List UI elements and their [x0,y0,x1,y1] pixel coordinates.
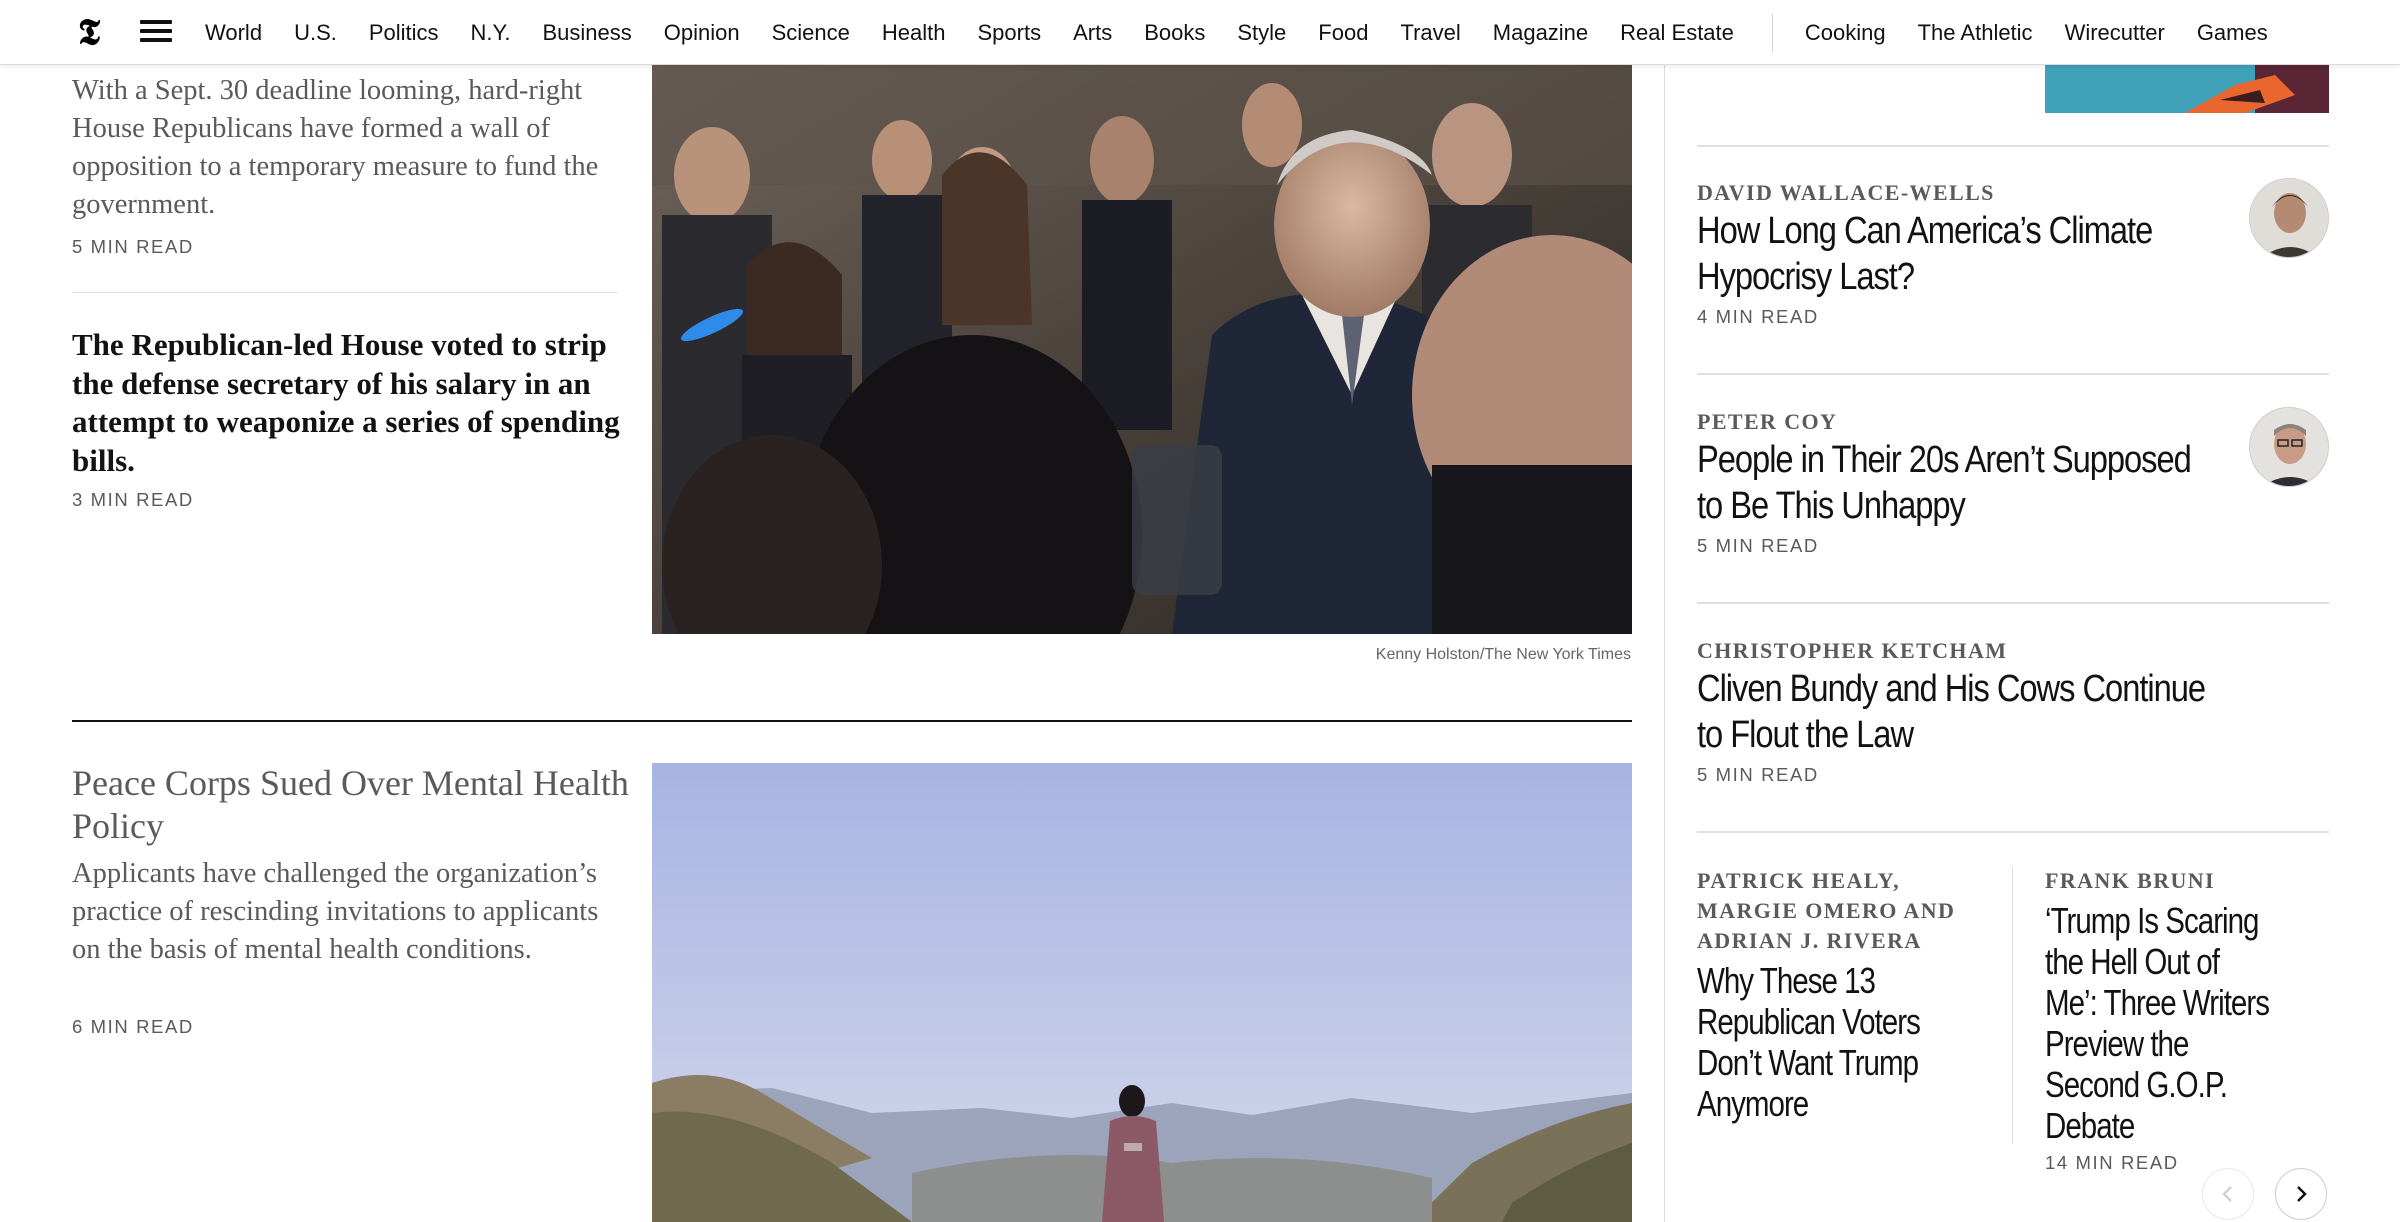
byline: FRANK BRUNI [2045,868,2216,893]
nav-item-opinion[interactable]: Opinion [648,20,756,46]
mountain-landscape-image [652,763,1632,1222]
opinion-item[interactable]: DAVID WALLACE-WELLS How Long Can America… [1697,178,2329,328]
nav-item-the-athletic[interactable]: The Athletic [1902,20,2049,46]
story-headline[interactable]: Peace Corps Sued Over Mental Health Poli… [72,762,632,848]
nav-item-us[interactable]: U.S. [278,20,353,46]
opinion-item[interactable]: CHRISTOPHER KETCHAM Cliven Bundy and His… [1697,636,2329,786]
divider [72,292,618,293]
nav-item-food[interactable]: Food [1302,20,1384,46]
column-divider [2012,866,2013,1144]
opinion-headline[interactable]: Cliven Bundy and His Cows Continue to Fl… [1697,666,2213,758]
nav-item-ny[interactable]: N.Y. [455,20,527,46]
nav-item-real-estate[interactable]: Real Estate [1604,20,1750,46]
opinion-item[interactable]: FRANK BRUNI ‘Trump Is Scaring the Hell O… [2045,866,2329,1174]
divider [1697,145,2329,147]
nav-item-wirecutter[interactable]: Wirecutter [2049,20,2181,46]
read-time: 5 MIN READ [72,236,194,257]
byline: DAVID WALLACE-WELLS [1697,180,1995,205]
byline: CHRISTOPHER KETCHAM [1697,638,2008,663]
opinion-headline[interactable]: People in Their 20s Aren’t Supposed to B… [1697,437,2213,529]
story-photo[interactable] [652,65,1632,634]
hamburger-menu-icon[interactable] [140,20,172,44]
read-time: 4 MIN READ [1697,306,1819,327]
story-summary[interactable]: With a Sept. 30 deadline looming, hard-r… [72,72,620,224]
read-time: 5 MIN READ [1697,764,1819,785]
section-divider [72,720,1632,722]
opinion-headline[interactable]: How Long Can America’s Climate Hypocrisy… [1697,208,2213,300]
read-time: 5 MIN READ [1697,535,1819,556]
photo-credit: Kenny Holston/The New York Times [1375,646,1631,663]
nav-item-games[interactable]: Games [2181,20,2284,46]
columnist-avatar [2249,178,2329,258]
byline: PETER COY [1697,409,1838,434]
opinion-headline[interactable]: Why These 13 Republican Voters Don’t Wan… [1697,960,1931,1124]
nyt-logo[interactable]: 𝕿 [78,12,112,52]
chevron-left-icon [2222,1186,2232,1202]
byline: PATRICK HEALY, MARGIE OMERO AND ADRIAN J… [1697,868,1956,953]
opinion-item[interactable]: PETER COY People in Their 20s Aren’t Sup… [1697,407,2329,557]
nav-item-world[interactable]: World [205,20,278,46]
nav-item-health[interactable]: Health [866,20,962,46]
read-time: 6 MIN READ [72,1016,194,1037]
nav-item-travel[interactable]: Travel [1384,20,1476,46]
nav-divider [1771,13,1773,52]
divider [1697,373,2329,375]
chevron-right-icon [2297,1186,2307,1202]
nav-item-business[interactable]: Business [527,20,648,46]
column-divider [1664,65,1665,1222]
story-summary[interactable]: Applicants have challenged the organizat… [72,855,620,969]
opinion-item[interactable]: PATRICK HEALY, MARGIE OMERO AND ADRIAN J… [1697,866,1982,1124]
carousel-prev-button[interactable] [2202,1168,2254,1220]
read-time: 14 MIN READ [2045,1152,2179,1173]
divider [1697,602,2329,604]
nav-item-cooking[interactable]: Cooking [1789,20,1902,46]
nav-item-style[interactable]: Style [1221,20,1302,46]
nav-item-magazine[interactable]: Magazine [1477,20,1604,46]
story-headline[interactable]: The Republican-led House voted to strip … [72,326,632,480]
advertisement[interactable] [2045,65,2329,113]
divider [1697,831,2329,833]
press-scrum-image [652,65,1632,634]
nav-item-science[interactable]: Science [756,20,866,46]
nav-item-politics[interactable]: Politics [353,20,455,46]
columnist-avatar [2249,407,2329,487]
nav-item-arts[interactable]: Arts [1057,20,1128,46]
ad-illustration [2045,65,2329,113]
section-nav: World U.S. Politics N.Y. Business Opinio… [205,0,2284,65]
top-navigation-bar: 𝕿 World U.S. Politics N.Y. Business Opin… [0,0,2400,65]
nav-item-books[interactable]: Books [1128,20,1221,46]
carousel-next-button[interactable] [2275,1168,2327,1220]
story-photo[interactable] [652,763,1632,1222]
opinion-headline[interactable]: ‘Trump Is Scaring the Hell Out of Me’: T… [2045,900,2278,1146]
nav-item-sports[interactable]: Sports [962,20,1058,46]
read-time: 3 MIN READ [72,489,194,510]
